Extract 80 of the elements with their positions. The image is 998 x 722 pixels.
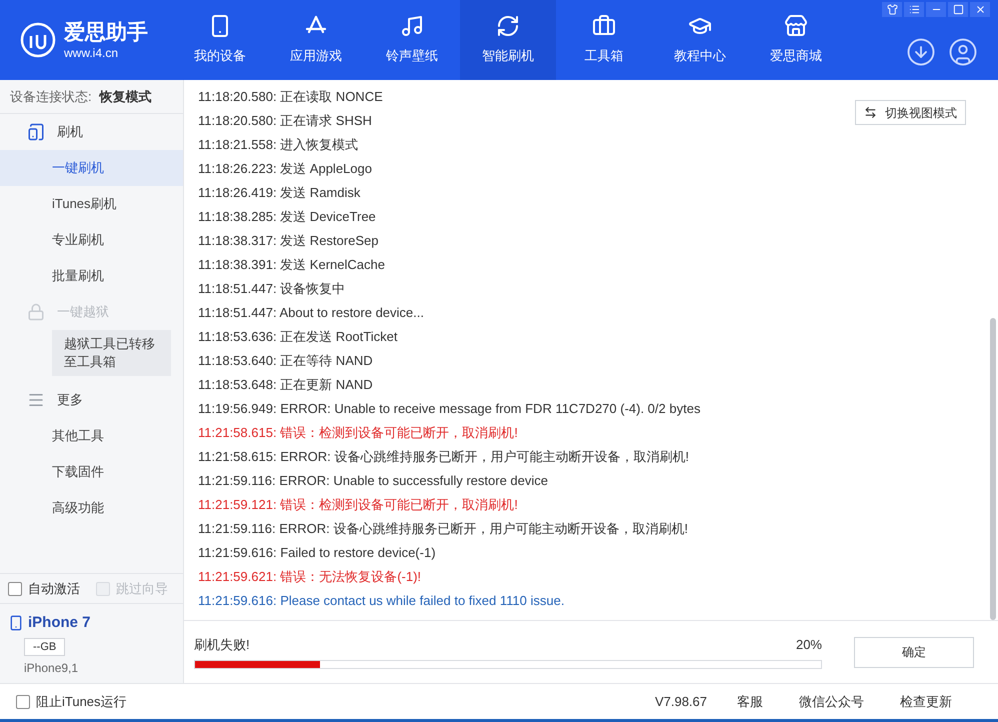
checkbox[interactable]: [16, 694, 30, 708]
log-line: 11:18:38.285: 发送 DeviceTree: [198, 208, 377, 226]
footer-link[interactable]: 微信公众号: [799, 692, 864, 712]
device-model: iPhone9,1: [24, 660, 80, 676]
tablet-icon: [27, 123, 45, 141]
sidebar-item[interactable]: 其他工具: [0, 418, 183, 454]
window-control[interactable]: [948, 2, 968, 17]
progress-status: 刷机失败!: [194, 636, 250, 654]
log-line: 11:18:51.447: 设备恢复中: [198, 280, 346, 298]
sidebar-item[interactable]: 高级功能: [0, 490, 183, 526]
group-label: 一键越狱: [57, 303, 109, 322]
store-icon: [784, 14, 808, 38]
sidebar-item[interactable]: 下载固件: [0, 454, 183, 490]
nav-tab[interactable]: 铃声壁纸: [364, 0, 460, 80]
nav-tab[interactable]: 我的设备: [172, 0, 268, 80]
progress-percent: 20%: [796, 636, 822, 654]
skin-icon: [886, 4, 898, 15]
storage-tag: --GB: [24, 638, 66, 656]
music-icon: [400, 14, 424, 38]
swap-icon: [864, 106, 877, 119]
log-line: 11:18:38.317: 发送 RestoreSep: [198, 232, 380, 250]
footer-link[interactable]: 客服: [737, 692, 763, 712]
block-itunes-label: 阻止iTunes运行: [36, 692, 127, 711]
sidebar-item[interactable]: iTunes刷机: [0, 186, 183, 222]
nav-tab[interactable]: 工具箱: [556, 0, 652, 80]
option-label: 自动激活: [28, 580, 80, 598]
device-name: iPhone 7: [28, 613, 91, 633]
logo-url: www.i4.cn: [64, 46, 120, 58]
logo-title: 爱思助手: [64, 22, 148, 42]
log-line: 11:21:59.616: Please contact us while failed to fixed 1110 issue.: [198, 592, 566, 610]
log-line: 11:18:20.580: 正在读取 NONCE: [198, 88, 384, 106]
group-label: 更多: [57, 391, 83, 410]
log-line: 11:18:53.636: 正在发送 RootTicket: [198, 328, 398, 346]
maximize-icon: [952, 4, 964, 15]
status-value: 恢复模式: [100, 88, 152, 106]
log-line: 11:21:58.615: 错误：检测到设备可能已断开，取消刷机!: [198, 424, 519, 442]
option-label: 跳过向导: [116, 580, 168, 598]
logo-icon: [20, 22, 56, 58]
log-line: 11:18:53.648: 正在更新 NAND: [198, 376, 374, 394]
log-line: 11:18:21.558: 进入恢复模式: [198, 136, 360, 154]
refresh-icon: [496, 14, 520, 38]
nav-tab[interactable]: 爱思商城: [748, 0, 844, 80]
user-icon[interactable]: [948, 37, 978, 67]
confirm-button[interactable]: 确定: [854, 636, 974, 668]
log-line: 11:21:59.621: 错误：无法恢复设备(-1)!: [198, 568, 422, 586]
view-toggle-button[interactable]: 切换视图模式: [855, 100, 966, 125]
phone-icon: [8, 615, 24, 632]
log-line: 11:18:20.580: 正在请求 SHSH: [198, 112, 373, 130]
log-line: 11:19:56.949: ERROR: Unable to receive message from FDR 11C7D270 (-4). 0/2 bytes: [198, 400, 702, 418]
window-control[interactable]: [904, 2, 924, 17]
sidebar-item[interactable]: 批量刷机: [0, 258, 183, 294]
footer-link[interactable]: 检查更新: [900, 692, 952, 712]
lock-icon: [27, 303, 45, 321]
window-control[interactable]: [882, 2, 902, 17]
window-control[interactable]: [970, 2, 990, 17]
status-label: 设备连接状态:: [10, 88, 92, 106]
nav-tab[interactable]: 智能刷机: [460, 0, 556, 80]
note-card: 越狱工具已转移至工具箱: [52, 330, 171, 376]
scrollbar-thumb[interactable]: [990, 318, 996, 620]
close-icon: [974, 4, 986, 15]
sidebar-item[interactable]: 专业刷机: [0, 222, 183, 258]
checkbox[interactable]: [8, 582, 22, 596]
download-icon[interactable]: [906, 37, 936, 67]
window-control[interactable]: [926, 2, 946, 17]
sidebar-item[interactable]: 一键刷机: [0, 150, 183, 186]
log-line: 11:18:38.391: 发送 KernelCache: [198, 256, 386, 274]
log-line: 11:21:59.116: ERROR: 设备心跳维持服务已断开，用户可能主动断开设备，取消刷机!: [198, 520, 690, 538]
version-label: V7.98.67: [654, 692, 707, 711]
log-line: 11:18:26.419: 发送 Ramdisk: [198, 184, 362, 202]
log-line: 11:21:59.116: ERROR: Unable to successfully restore device: [198, 472, 549, 490]
log-line: 11:21:59.121: 错误：检测到设备可能已断开，取消刷机!: [198, 496, 519, 514]
group-label: 刷机: [57, 123, 83, 142]
nav-tab[interactable]: 应用游戏: [268, 0, 364, 80]
log-line: 11:21:59.616: Failed to restore device(-1): [198, 544, 437, 562]
nav-tab[interactable]: 教程中心: [652, 0, 748, 80]
log-line: 11:18:53.640: 正在等待 NAND: [198, 352, 374, 370]
menu-icon: [27, 391, 45, 409]
log-line: 11:18:51.447: About to restore device...: [198, 304, 425, 322]
log-line: 11:21:58.615: ERROR: 设备心跳维持服务已断开，用户可能主动断开设备，取消刷机!: [198, 448, 690, 466]
log-line: 11:18:26.223: 发送 AppleLogo: [198, 160, 373, 178]
